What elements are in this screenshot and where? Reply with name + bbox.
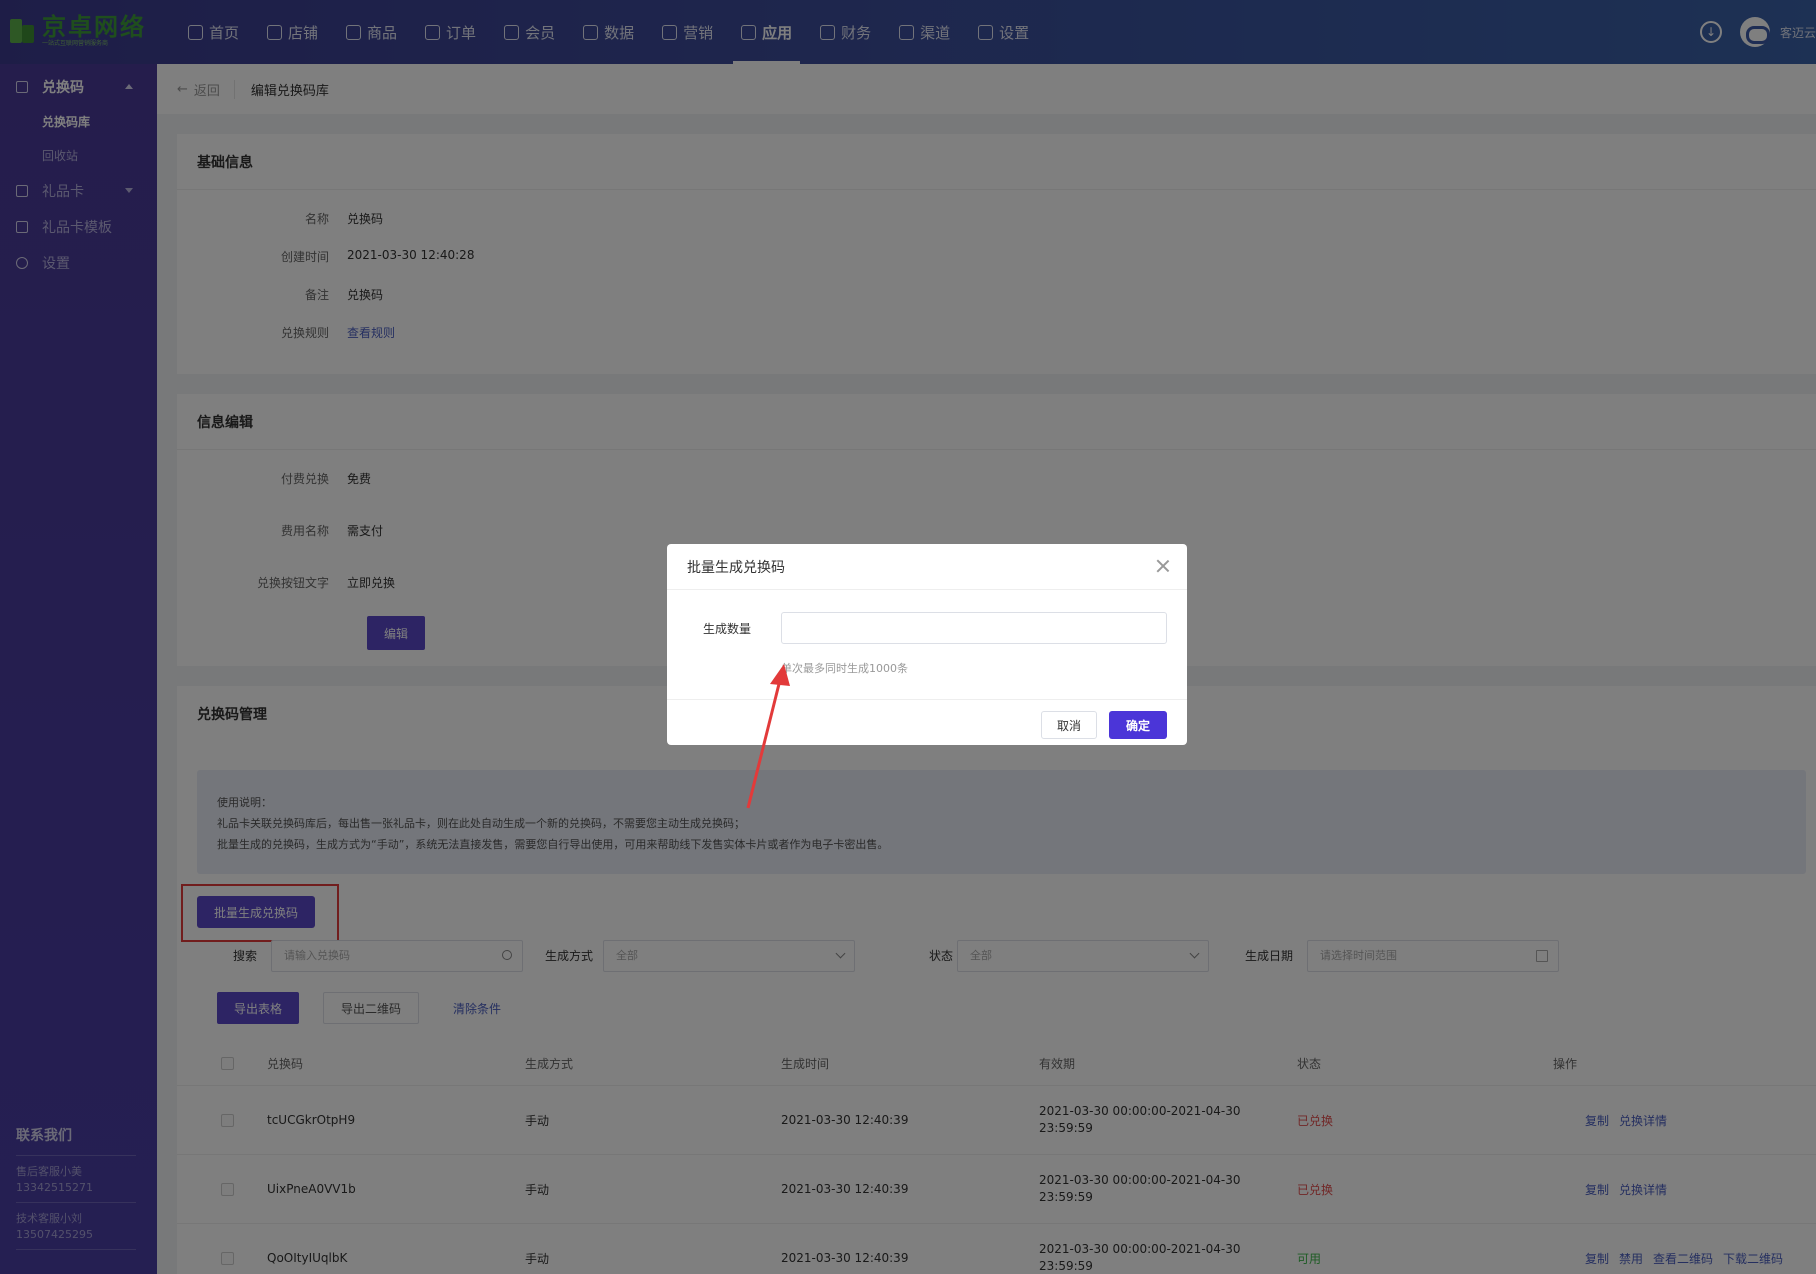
- dialog-title: 批量生成兑换码: [687, 559, 785, 576]
- quantity-label: 生成数量: [703, 622, 752, 636]
- close-icon[interactable]: [1155, 558, 1171, 574]
- dialog-footer: 取消 确定: [667, 699, 1187, 745]
- cancel-button[interactable]: 取消: [1041, 711, 1097, 739]
- quantity-input[interactable]: [781, 612, 1167, 644]
- dialog-header: 批量生成兑换码: [667, 544, 1187, 590]
- batch-generate-dialog: 批量生成兑换码 生成数量 单次最多同时生成1000条 取消 确定: [667, 544, 1187, 745]
- confirm-button[interactable]: 确定: [1109, 711, 1167, 739]
- quantity-tip: 单次最多同时生成1000条: [781, 662, 908, 675]
